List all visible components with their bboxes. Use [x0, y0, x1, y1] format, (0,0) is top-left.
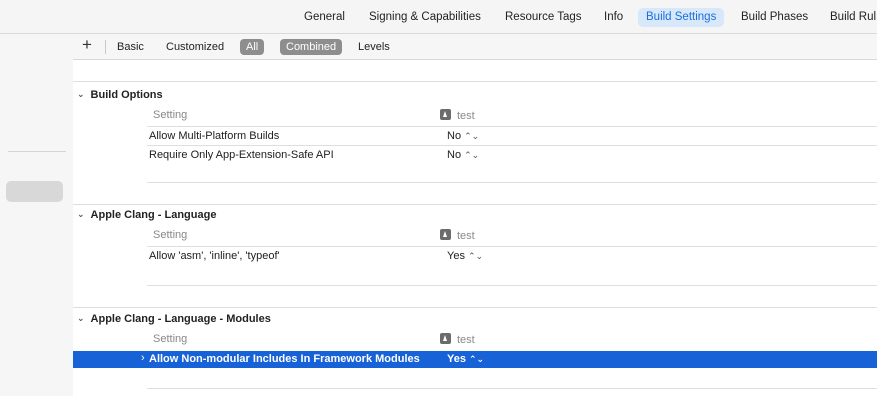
- divider: [73, 307, 877, 308]
- chevron-down-icon: ⌄: [77, 209, 85, 219]
- divider: [147, 145, 877, 146]
- setting-value-popup[interactable]: No ⌃⌄: [447, 130, 479, 142]
- section-title: Apple Clang - Language - Modules: [90, 313, 271, 325]
- tab-info[interactable]: Info: [596, 8, 631, 27]
- section-title: Apple Clang - Language: [90, 209, 217, 221]
- section-title: Build Options: [90, 89, 163, 101]
- chevron-right-icon[interactable]: ›: [141, 352, 145, 364]
- view-combined[interactable]: Combined: [280, 39, 343, 55]
- app-target-icon: [440, 109, 451, 120]
- targets-sidebar: [0, 34, 73, 396]
- column-header-target: test: [440, 109, 475, 122]
- setting-name[interactable]: Allow 'asm', 'inline', 'typeof': [149, 250, 280, 262]
- tab-signing-capabilities[interactable]: Signing & Capabilities: [361, 8, 489, 27]
- editor-tab-bar: General Signing & Capabilities Resource …: [0, 0, 877, 34]
- stepper-icon: ⌃⌄: [464, 150, 480, 160]
- setting-name[interactable]: Require Only App-Extension-Safe API: [149, 149, 334, 161]
- divider: [147, 388, 877, 389]
- column-header-setting: Setting: [153, 109, 188, 121]
- column-header-setting: Setting: [153, 333, 188, 345]
- setting-value-popup[interactable]: Yes ⌃⌄: [447, 353, 484, 365]
- divider: [147, 182, 877, 183]
- build-settings-filter-bar: + Basic Customized All Combined Levels: [73, 34, 877, 60]
- chevron-down-icon: ⌄: [77, 313, 85, 323]
- filter-customized[interactable]: Customized: [166, 39, 224, 55]
- app-target-icon: [440, 333, 451, 344]
- chevron-down-icon: ⌄: [77, 89, 85, 99]
- filter-separator: [105, 40, 106, 54]
- divider: [147, 285, 877, 286]
- add-setting-button[interactable]: +: [82, 35, 92, 55]
- sidebar-divider: [8, 151, 66, 152]
- setting-value-popup[interactable]: Yes ⌃⌄: [447, 250, 483, 262]
- setting-name[interactable]: Allow Non-modular Includes In Framework …: [149, 353, 420, 365]
- divider: [73, 204, 877, 205]
- section-header-apple-clang-language[interactable]: ⌄ Apple Clang - Language: [77, 209, 216, 221]
- filter-all[interactable]: All: [240, 39, 265, 55]
- setting-value-popup[interactable]: No ⌃⌄: [447, 149, 479, 161]
- stepper-icon: ⌃⌄: [468, 354, 485, 364]
- tab-build-rules[interactable]: Build Rul: [822, 8, 877, 27]
- tab-build-phases[interactable]: Build Phases: [733, 8, 816, 27]
- column-header-setting: Setting: [153, 229, 188, 241]
- filter-basic[interactable]: Basic: [117, 39, 144, 55]
- app-target-icon: [440, 229, 451, 240]
- setting-name[interactable]: Allow Multi-Platform Builds: [149, 130, 279, 142]
- column-header-target: test: [440, 229, 475, 242]
- tab-resource-tags[interactable]: Resource Tags: [497, 8, 590, 27]
- divider: [73, 81, 877, 82]
- section-header-build-options[interactable]: ⌄ Build Options: [77, 89, 163, 101]
- section-header-apple-clang-language-modules[interactable]: ⌄ Apple Clang - Language - Modules: [77, 313, 271, 325]
- divider: [147, 126, 877, 127]
- tab-general[interactable]: General: [296, 8, 353, 27]
- tab-build-settings[interactable]: Build Settings: [638, 8, 725, 27]
- column-header-target: test: [440, 333, 475, 346]
- view-levels[interactable]: Levels: [358, 39, 390, 55]
- selected-setting-row[interactable]: › Allow Non-modular Includes In Framewor…: [73, 351, 877, 368]
- stepper-icon: ⌃⌄: [464, 131, 480, 141]
- build-settings-list: ⌄ Build Options Setting test Allow Multi-…: [73, 60, 877, 396]
- stepper-icon: ⌃⌄: [467, 251, 484, 261]
- divider: [147, 246, 877, 247]
- sidebar-selected-item[interactable]: [6, 181, 63, 202]
